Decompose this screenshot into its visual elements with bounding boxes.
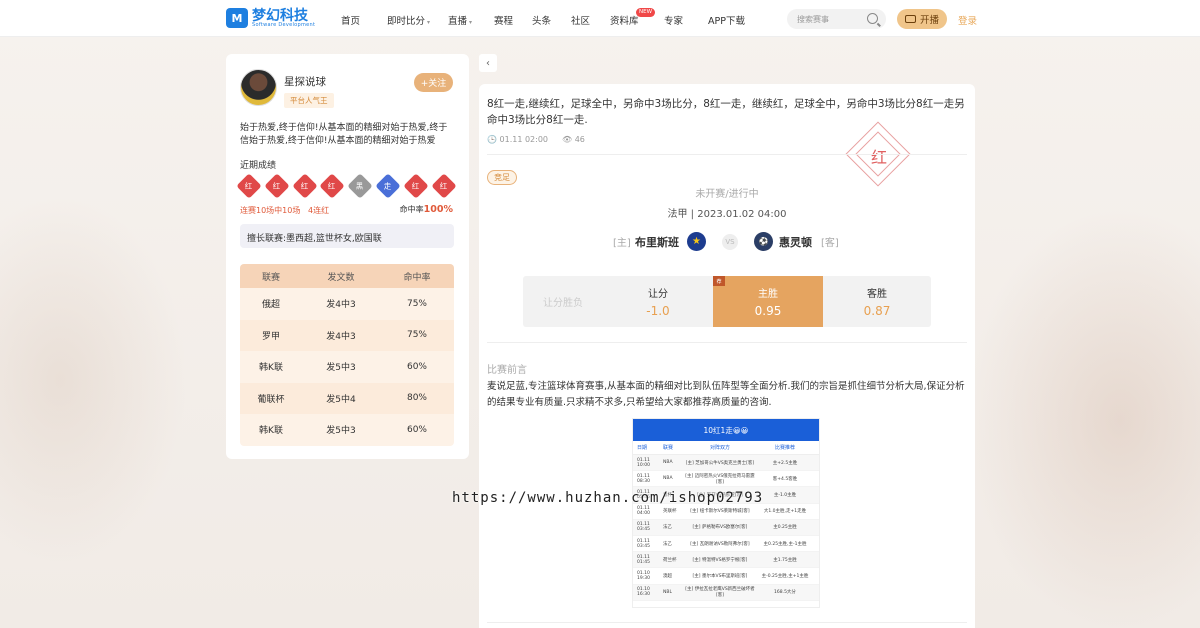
result-badge: 红 (319, 173, 346, 199)
result-badge: 红 (264, 173, 290, 199)
article-image[interactable]: 10红1走😀😀 日期 联赛 对阵双方 比赛推荐 01.11 10:00 NBA [主… (632, 418, 820, 608)
search-placeholder: 搜索赛事 (797, 14, 829, 24)
nav-database[interactable]: 资料库 (610, 13, 639, 27)
table-row: 韩K联 发5中3 60% (240, 351, 454, 383)
result-badge: 红 (403, 173, 429, 199)
home-tag: [主] (613, 238, 631, 249)
result-badge: 走 (375, 173, 401, 199)
top-navbar: M 梦幻科技 Software Development 首页 即时比分 ▾ 直播 ▾… (0, 0, 1200, 37)
odds-panel: 让分胜负 让分 -1.0 荐主胜 0.95 客胜 0.87 (523, 276, 931, 327)
search-input[interactable]: 搜索赛事 (787, 9, 886, 29)
nav-app-download[interactable]: APP下载 (708, 13, 745, 27)
result-badge: 黑 (347, 173, 373, 199)
table-row: 01.11 01:45 荷兰杯 [主] 特温特VS格罗宁根[客] 主1.75主胜 (633, 552, 819, 569)
expert-bio: 始于热爱,终于信仰!从基本面的精细对始于热爱,终于信始于热爱,终于信仰!从基本面… (240, 123, 448, 146)
divider (487, 622, 967, 623)
specialty-leagues: 擅长联赛:墨西超,篮世杯女,欧国联 (240, 224, 454, 248)
nav-experts[interactable]: 专家 (664, 13, 683, 27)
match-info: 法甲 | 2023.01.02 04:00 (667, 209, 787, 220)
back-button[interactable]: ‹ (479, 54, 497, 72)
result-stamp-text: 红 (870, 148, 887, 167)
image-header: 10红1走😀😀 (633, 419, 819, 441)
home-team-logo-icon: ★ (687, 232, 706, 251)
logo-subtitle: Software Development (252, 21, 316, 28)
video-camera-icon (904, 15, 916, 23)
expert-name[interactable]: 星探说球 (284, 74, 326, 89)
result-badge: 红 (291, 173, 318, 199)
article-card: 8红一走,继续红，足球全中，另命中3场比分，8红一走，继续红，足球全中，另命中3… (479, 84, 975, 628)
chevron-down-icon: ▾ (427, 19, 431, 26)
expert-tag: 平台人气王 (284, 93, 334, 108)
away-team-logo-icon: ⚽ (754, 232, 773, 251)
odds-option[interactable]: 荐主胜 0.95 (713, 276, 823, 327)
league-stats-table: 联赛 发文数 命中率 俄超 发4中3 75% 罗甲 发4中3 75% 韩K联 发5中3 60% 葡… (240, 264, 454, 446)
table-row: 罗甲 发4中3 75% (240, 319, 454, 351)
article-title: 8红一走,继续红，足球全中，另命中3场比分，8红一走，继续红，足球全中，另命中3… (487, 98, 965, 126)
away-tag: [客] (821, 238, 839, 249)
article-meta: 🕒 01.11 02:00 👁 46 (487, 135, 585, 144)
follow-button[interactable]: +关注 (414, 73, 453, 92)
table-row: 韩K联 发5中3 60% (240, 414, 454, 446)
nav-community[interactable]: 社区 (571, 13, 590, 27)
table-row: 01.11 08:30 NBA [主] 迈阿密热火VS俄克拉荷马雷霆[客] 客+4.5… (633, 471, 819, 488)
divider (487, 342, 967, 343)
home-team[interactable]: 布里斯班 (635, 234, 679, 250)
logo-mark-icon: M (226, 8, 248, 28)
away-team[interactable]: 惠灵顿 (779, 234, 812, 250)
streak-text: 连赛10场中10场 (240, 206, 301, 215)
odds-option[interactable]: 让分 -1.0 (603, 276, 713, 327)
table-row: 01.11 03:45 法乙 [主] 萨格勒布VS欧塞尔[客] 主0.25主胜 (633, 519, 819, 536)
go-live-button[interactable]: 开播 (897, 9, 947, 29)
teams: [主] 布里斯班 ★ VS ⚽ 惠灵顿 [客] (479, 232, 975, 252)
nav-home[interactable]: 首页 (341, 13, 360, 27)
table-row: 01.11 10:00 NBA [主] 芝加哥公牛VS奥克兰勇士[客] 主+2.5主胜 (633, 455, 819, 472)
table-row: 俄超 发4中3 75% (240, 288, 454, 320)
chevron-down-icon: ▾ (469, 19, 473, 26)
nav-live[interactable]: 直播 ▾ (448, 13, 472, 27)
logo[interactable]: M 梦幻科技 Software Development (226, 8, 315, 28)
recommend-corner-badge: 荐 (713, 276, 725, 286)
section-title: 比赛前言 (487, 365, 527, 376)
table-row: 01.10 16:30 NBL [主] 伊拉瓦拉老鹰VS新西兰破坏者[客] 168.5… (633, 584, 819, 601)
nav-headlines[interactable]: 头条 (532, 13, 551, 27)
recent-results-title: 近期成绩 (240, 161, 277, 171)
table-header: 联赛 发文数 命中率 (240, 264, 454, 288)
hit-rate: 命中率100% (399, 204, 453, 215)
logo-title: 梦幻科技 (252, 7, 308, 24)
login-link[interactable]: 登录 (958, 13, 977, 27)
article-body: 麦说足蓝,专注篮球体育赛事,从基本面的精细对比到队伍阵型等全面分析.我们的宗旨是… (487, 381, 965, 408)
watermark: https://www.huzhan.com/ishop02793 (452, 490, 764, 506)
views: 👁 46 (562, 135, 585, 144)
chevron-left-icon: ‹ (486, 57, 490, 69)
date: 🕒 01.11 02:00 (487, 135, 549, 144)
search-icon[interactable] (867, 13, 878, 24)
result-badge: 红 (236, 173, 262, 199)
image-table-header: 日期 联赛 对阵双方 比赛推荐 (633, 441, 819, 455)
table-row: 葡联杯 发5中4 80% (240, 382, 454, 414)
result-badge: 红 (430, 173, 457, 199)
vs-icon: VS (722, 234, 738, 250)
sport-tag: 竞足 (487, 170, 517, 185)
recent-results: 红红红红黑走红红 (236, 173, 457, 199)
expert-profile-card: 星探说球 平台人气王 +关注 始于热爱,终于信仰!从基本面的精细对始于热爱,终于… (226, 54, 469, 459)
streak-count: 4连红 (308, 206, 330, 215)
avatar[interactable] (240, 69, 277, 106)
nav-live-scores[interactable]: 即时比分 ▾ (387, 13, 430, 27)
divider (487, 154, 967, 155)
odds-option[interactable]: 客胜 0.87 (823, 276, 931, 327)
table-row: 01.11 03:45 法乙 [主] 瓦朗谢讷VS勒阿弗尔[客] 主0.25主胜,主-… (633, 536, 819, 553)
new-badge: NEW (636, 8, 656, 17)
match-status: 未开赛/进行中 (695, 189, 759, 200)
nav-schedule[interactable]: 赛程 (494, 13, 513, 27)
table-row: 01.10 19:30 澳超 [主] 墨尔本VS布里斯班[客] 主-0.25主胜,主+… (633, 568, 819, 585)
odds-market-label: 让分胜负 (523, 276, 603, 327)
eye-icon: 👁 (562, 135, 573, 144)
